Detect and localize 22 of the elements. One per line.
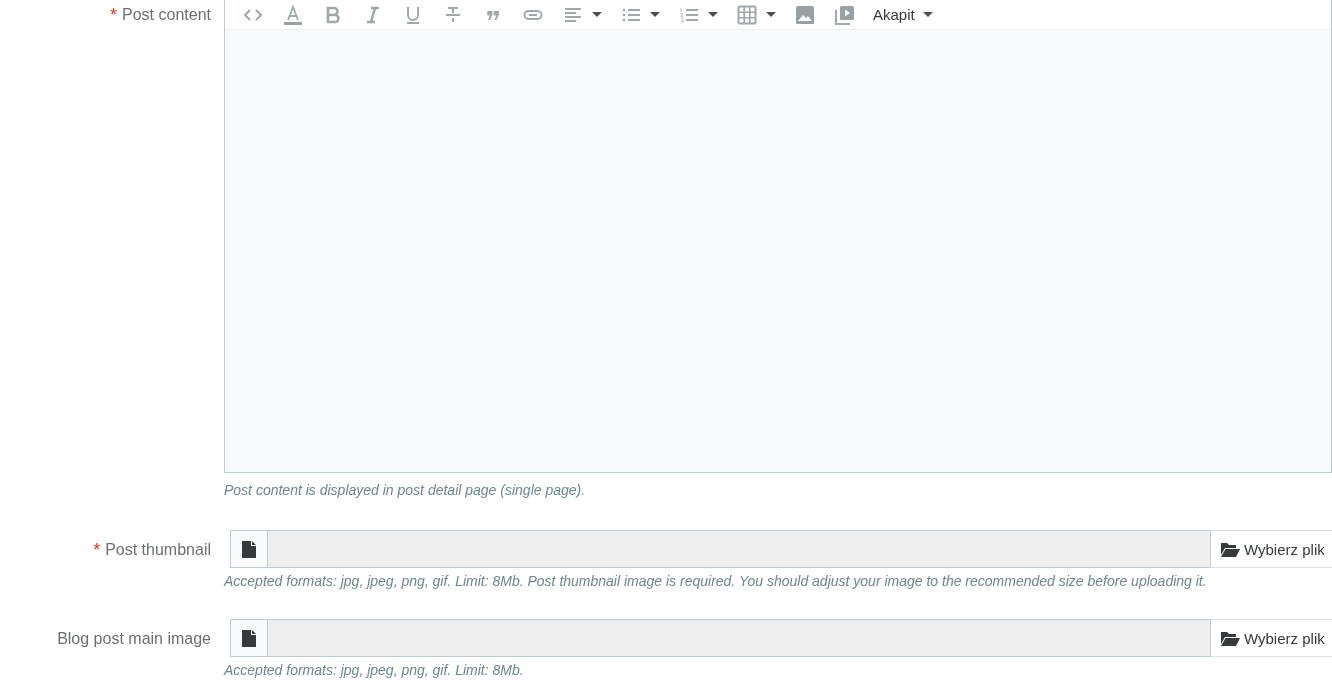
choose-file-button[interactable]: Wybierz plik: [1211, 619, 1332, 657]
file-name-field[interactable]: [268, 619, 1211, 657]
file-icon: [242, 629, 256, 647]
field-label: Post thumbnail: [105, 541, 211, 559]
field-label: Blog post main image: [57, 630, 211, 648]
folder-icon: [1221, 630, 1240, 646]
required-asterisk: *: [93, 541, 101, 559]
paragraph-format-dropdown[interactable]: Akapit: [865, 0, 941, 29]
choose-file-button[interactable]: Wybierz plik: [1211, 530, 1332, 568]
field-label: Post content: [122, 6, 211, 24]
file-name-field[interactable]: [268, 530, 1211, 568]
image-icon: [794, 3, 816, 26]
help-text: Accepted formats: jpg, jpeg, png, gif. Limit: 8Mb.: [224, 662, 525, 678]
file-icon: [242, 540, 256, 558]
folder-icon: [1221, 541, 1240, 557]
caret-icon: [922, 11, 933, 18]
help-text: Post content is displayed in post detail page (single page).: [224, 482, 587, 498]
text-color-icon: [282, 3, 304, 26]
help-text: Accepted formats: jpg, jpeg, png, gif. Limit: 8Mb. Post thumbnail image is required. You should adjust your image to the recommended size before uploading it.: [224, 573, 1208, 589]
required-asterisk: *: [110, 6, 118, 24]
video-icon: [834, 3, 856, 26]
table-icon: [736, 3, 758, 26]
